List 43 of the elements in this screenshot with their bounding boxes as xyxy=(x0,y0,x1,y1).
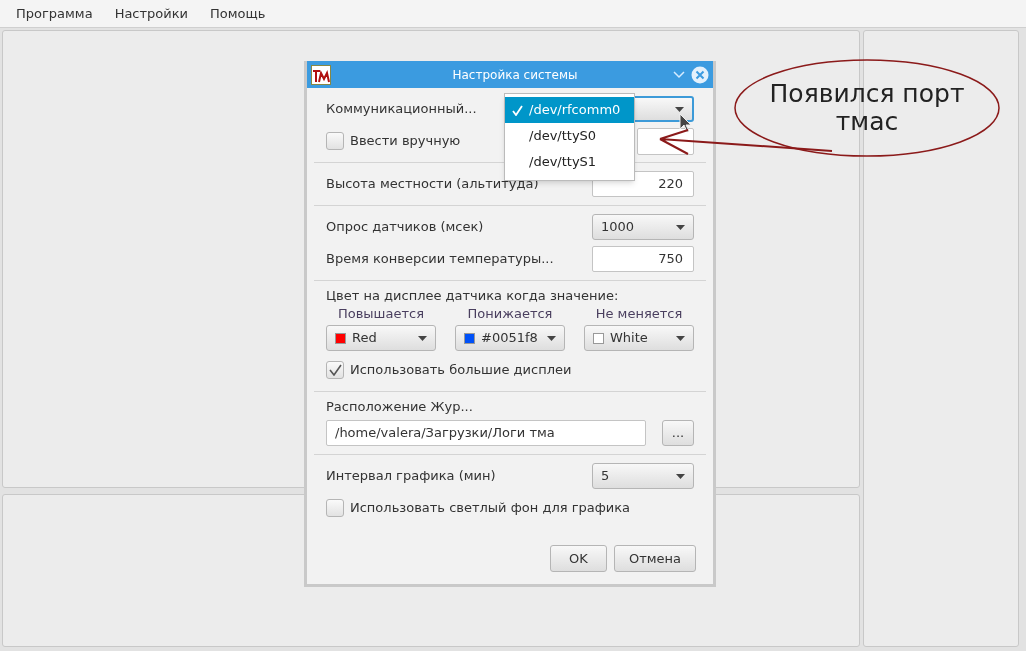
caret-icon xyxy=(418,335,427,341)
checkbox[interactable] xyxy=(326,132,344,150)
section-label: Расположение Жур... xyxy=(326,400,474,414)
section-label: Цвет на дисплее датчика когда значение: xyxy=(326,289,620,303)
checkbox-label: Ввести вручную xyxy=(350,132,461,151)
menu-item[interactable]: Настройки xyxy=(104,0,199,28)
field-label: Время конверсии температуры... xyxy=(326,250,554,269)
dropdown[interactable]: White xyxy=(584,325,694,351)
minimize-chevron-icon[interactable] xyxy=(673,70,685,79)
input-field[interactable]: 750 xyxy=(592,246,694,272)
field-label: Коммуникационный... xyxy=(326,100,477,119)
field-label: Интервал графика (мин) xyxy=(326,467,496,486)
close-icon[interactable] xyxy=(691,65,709,84)
path-field[interactable]: /home/valera/Загрузки/Логи тма xyxy=(326,420,646,446)
field-label: Высота местности (альтитуда) xyxy=(326,175,539,194)
picker-label: Понижается xyxy=(467,307,553,321)
field-label: Опрос датчиков (мсек) xyxy=(326,218,484,237)
dropdown[interactable]: Red xyxy=(326,325,436,351)
menu-item[interactable]: Помощь xyxy=(200,0,276,28)
caret-icon xyxy=(676,224,685,230)
annotation-text: Появился порт тмас xyxy=(768,80,966,136)
picker-label: Не меняется xyxy=(595,307,683,321)
menu-item[interactable]: Программа xyxy=(6,0,103,28)
app-logo-icon xyxy=(311,64,331,85)
dropdown[interactable]: #0051f8 xyxy=(455,325,565,351)
picker-label: Повышается xyxy=(337,307,425,321)
checkmark-icon xyxy=(512,104,523,116)
dialog-button[interactable]: Отмена xyxy=(613,545,696,572)
caret-icon xyxy=(547,335,556,341)
caret-icon xyxy=(676,473,685,479)
dropdown[interactable]: 1000 xyxy=(592,214,694,240)
browse-button[interactable]: ... xyxy=(662,420,694,446)
dropdown-option[interactable]: /dev/ttyS0 xyxy=(505,123,634,149)
checkbox-label: Использовать большие дисплеи xyxy=(350,361,572,380)
checkbox[interactable] xyxy=(326,499,344,517)
dialog-button[interactable]: OK xyxy=(549,545,607,572)
checkbox-label: Использовать светлый фон для графика xyxy=(350,499,631,518)
dropdown[interactable]: 5 xyxy=(592,463,694,489)
caret-icon xyxy=(675,106,684,112)
mouse-cursor-icon xyxy=(679,113,692,133)
caret-icon xyxy=(676,335,685,341)
checkbox[interactable] xyxy=(326,361,344,379)
dialog-title: Настройка системы xyxy=(452,66,578,84)
